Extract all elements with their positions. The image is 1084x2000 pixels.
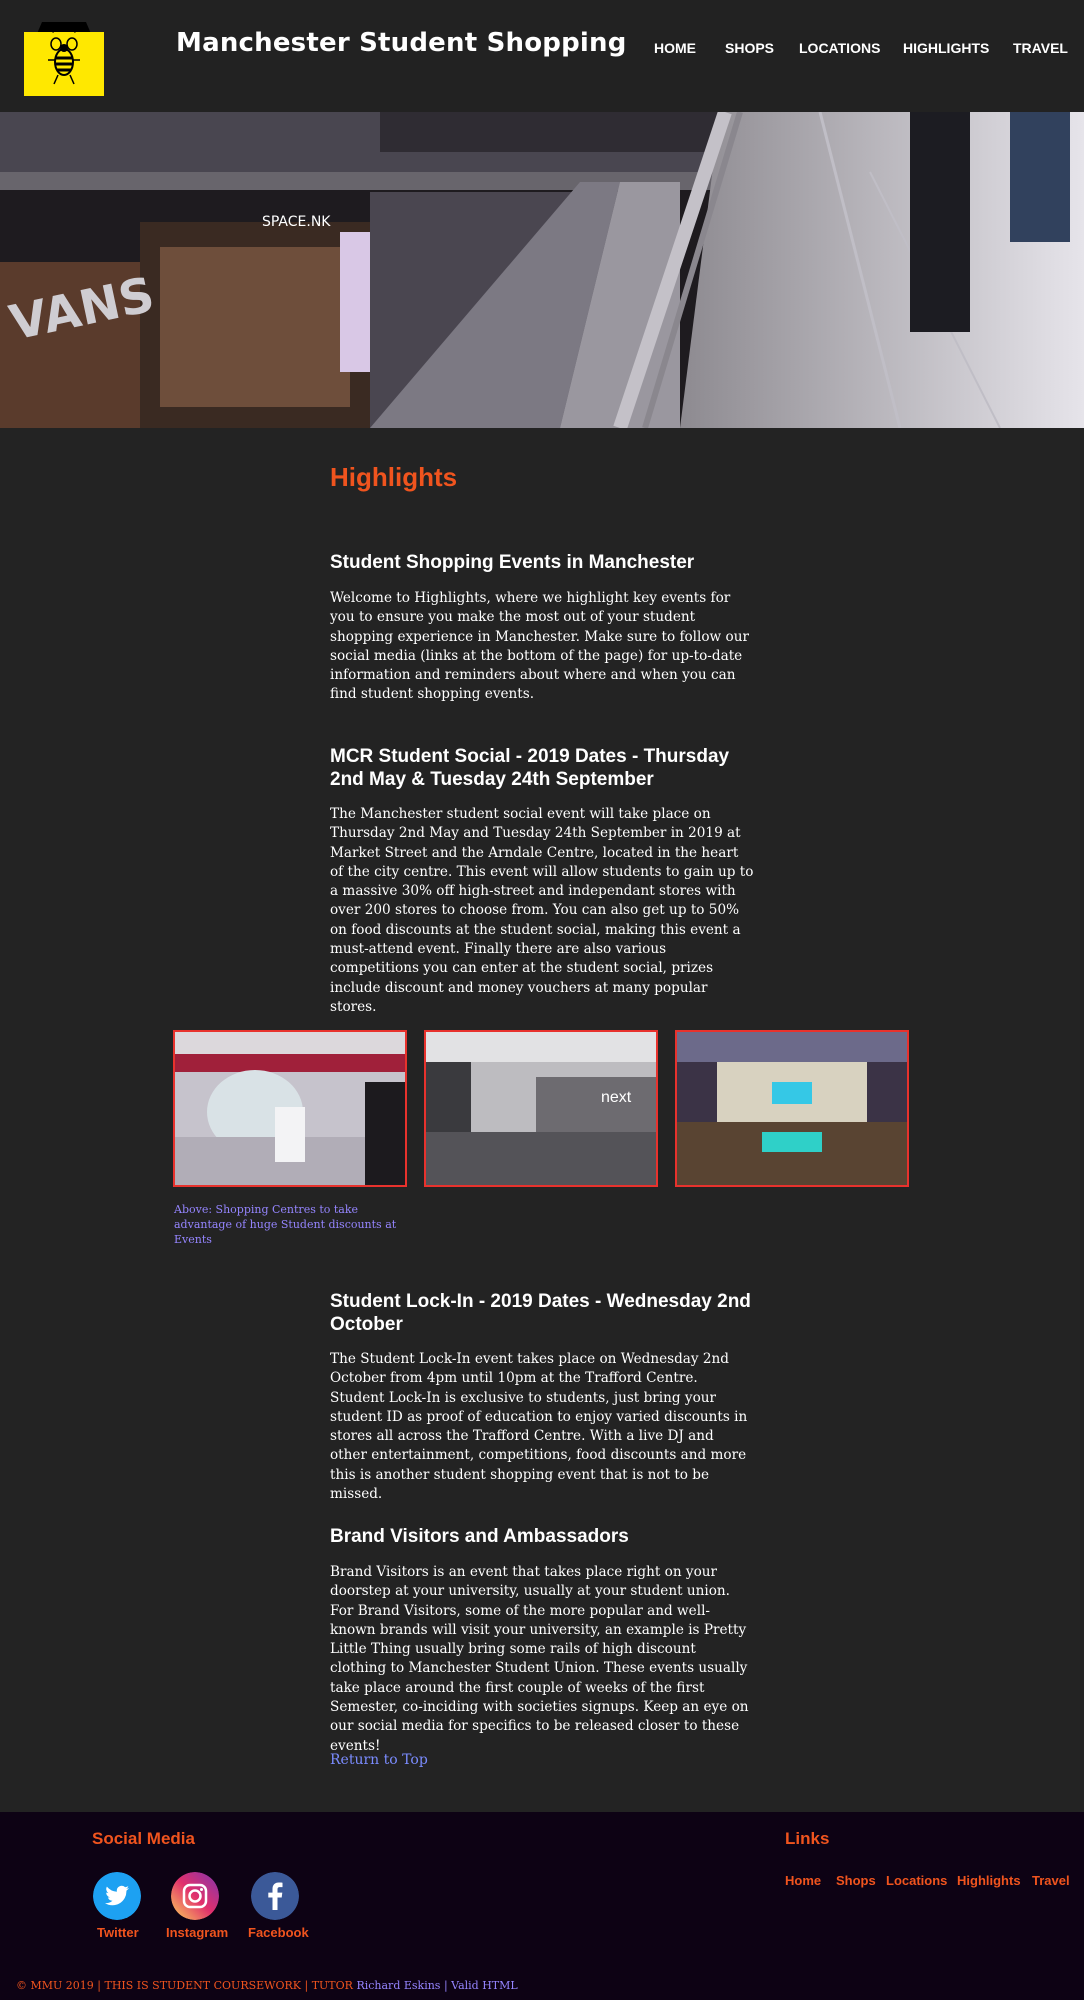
hero-text-space-nk: SPACE.NK bbox=[262, 214, 331, 230]
footer-link-home[interactable]: Home bbox=[785, 1873, 821, 1888]
nav-shops[interactable]: SHOPS bbox=[725, 40, 774, 56]
copyright-line: © MMU 2019 | THIS IS STUDENT COURSEWORK … bbox=[16, 1979, 518, 1992]
section-heading-lock-in: Student Lock-In - 2019 Dates - Wednesday… bbox=[330, 1291, 751, 1335]
section-text-events: Welcome to Highlights, where we highligh… bbox=[330, 590, 749, 703]
hero-image-shopping-centre: VANS SPACE.NK bbox=[0, 112, 1084, 428]
section-text-lock-in: The Student Lock-In event takes place on… bbox=[330, 1351, 748, 1503]
twitter-icon[interactable] bbox=[93, 1872, 141, 1920]
instagram-label[interactable]: Instagram bbox=[166, 1925, 228, 1940]
site-header: Manchester Student Shopping HOME SHOPS L… bbox=[0, 0, 1084, 112]
return-to-top-link[interactable]: Return to Top bbox=[330, 1752, 428, 1768]
main-nav: HOME SHOPS LOCATIONS HIGHLIGHTS TRAVEL bbox=[0, 40, 1084, 60]
tutor-and-validation-link[interactable]: Richard Eskins | Valid HTML bbox=[356, 1979, 517, 1992]
section-heading-student-social: MCR Student Social - 2019 Dates - Thursd… bbox=[330, 746, 730, 790]
footer-link-locations[interactable]: Locations bbox=[886, 1873, 947, 1888]
footer-link-travel[interactable]: Travel bbox=[1032, 1873, 1070, 1888]
instagram-icon[interactable] bbox=[171, 1872, 219, 1920]
footer-link-shops[interactable]: Shops bbox=[836, 1873, 876, 1888]
gallery-image-shopping-centre-1 bbox=[173, 1030, 407, 1187]
copyright-text: © MMU 2019 | THIS IS STUDENT COURSEWORK … bbox=[16, 1979, 353, 1992]
page-title: Highlights bbox=[330, 462, 458, 492]
gallery-image-shopping-centre-2: next bbox=[424, 1030, 658, 1187]
links-heading: Links bbox=[785, 1829, 830, 1848]
gallery-text-next: next bbox=[601, 1089, 632, 1106]
section-heading-events: Student Shopping Events in Manchester bbox=[330, 552, 695, 573]
social-media-heading: Social Media bbox=[92, 1829, 195, 1848]
footer-link-highlights[interactable]: Highlights bbox=[957, 1873, 1021, 1888]
section-text-student-social: The Manchester student social event will… bbox=[330, 806, 754, 1015]
nav-highlights[interactable]: HIGHLIGHTS bbox=[903, 40, 989, 56]
gallery-image-shopping-centre-3 bbox=[675, 1030, 909, 1187]
nav-travel[interactable]: TRAVEL bbox=[1013, 40, 1068, 56]
nav-home[interactable]: HOME bbox=[654, 40, 696, 56]
gallery-caption: Above: Shopping Centres to take advantag… bbox=[174, 1203, 397, 1246]
section-heading-brand-visitors: Brand Visitors and Ambassadors bbox=[330, 1526, 629, 1547]
facebook-icon[interactable] bbox=[251, 1872, 299, 1920]
nav-locations[interactable]: LOCATIONS bbox=[799, 40, 880, 56]
facebook-label[interactable]: Facebook bbox=[248, 1925, 309, 1940]
section-text-brand-visitors: Brand Visitors is an event that takes pl… bbox=[330, 1564, 749, 1754]
twitter-label[interactable]: Twitter bbox=[97, 1925, 139, 1940]
